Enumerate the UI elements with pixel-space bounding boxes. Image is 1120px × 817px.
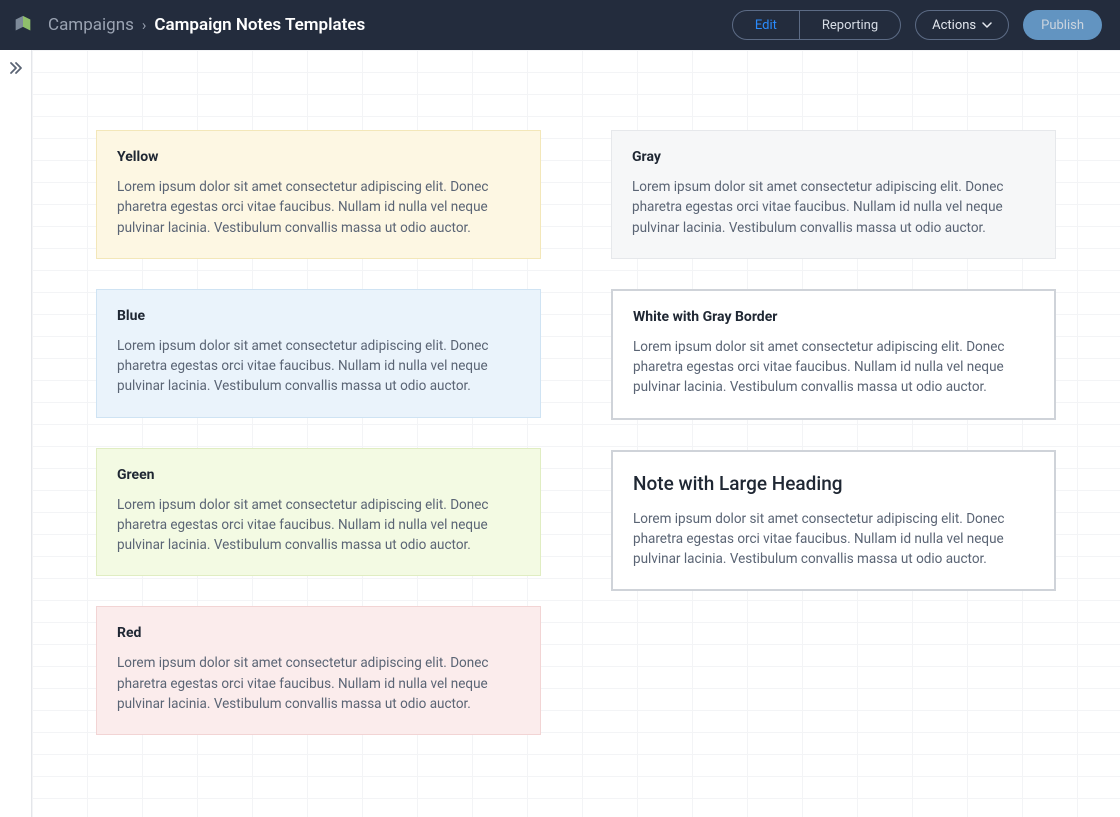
note-title: Blue — [117, 308, 520, 324]
publish-button-label: Publish — [1041, 18, 1084, 33]
note-card-gray[interactable]: Gray Lorem ipsum dolor sit amet consecte… — [611, 130, 1056, 259]
note-body: Lorem ipsum dolor sit amet consectetur a… — [117, 495, 520, 556]
chevron-down-icon — [982, 20, 992, 30]
app-logo — [12, 14, 34, 36]
note-card-green[interactable]: Green Lorem ipsum dolor sit amet consect… — [96, 448, 541, 577]
actions-menu-label: Actions — [932, 18, 976, 33]
note-card-large-heading[interactable]: Note with Large Heading Lorem ipsum dolo… — [611, 450, 1056, 592]
expand-sidebar-icon[interactable] — [8, 60, 24, 76]
page-title: Campaign Notes Templates — [154, 15, 365, 35]
note-card-yellow[interactable]: Yellow Lorem ipsum dolor sit amet consec… — [96, 130, 541, 259]
breadcrumb: Campaigns › Campaign Notes Templates — [48, 15, 365, 35]
note-body: Lorem ipsum dolor sit amet consectetur a… — [632, 177, 1035, 238]
notes-column-right: Gray Lorem ipsum dolor sit amet consecte… — [611, 130, 1056, 735]
note-body: Lorem ipsum dolor sit amet consectetur a… — [117, 177, 520, 238]
view-toggle: Edit Reporting — [732, 10, 901, 40]
breadcrumb-separator: › — [142, 16, 147, 34]
edit-tab[interactable]: Edit — [733, 11, 799, 39]
note-card-blue[interactable]: Blue Lorem ipsum dolor sit amet consecte… — [96, 289, 541, 418]
canvas[interactable]: Yellow Lorem ipsum dolor sit amet consec… — [32, 50, 1120, 817]
note-body: Lorem ipsum dolor sit amet consectetur a… — [633, 509, 1034, 570]
note-title: White with Gray Border — [633, 309, 1034, 325]
note-card-white-border[interactable]: White with Gray Border Lorem ipsum dolor… — [611, 289, 1056, 420]
note-body: Lorem ipsum dolor sit amet consectetur a… — [633, 337, 1034, 398]
note-body: Lorem ipsum dolor sit amet consectetur a… — [117, 336, 520, 397]
actions-menu-button[interactable]: Actions — [915, 10, 1009, 40]
note-title: Yellow — [117, 149, 520, 165]
note-title: Gray — [632, 149, 1035, 165]
note-title: Red — [117, 625, 520, 641]
reporting-tab[interactable]: Reporting — [800, 11, 900, 39]
notes-column-left: Yellow Lorem ipsum dolor sit amet consec… — [96, 130, 541, 735]
note-body: Lorem ipsum dolor sit amet consectetur a… — [117, 653, 520, 714]
note-card-red[interactable]: Red Lorem ipsum dolor sit amet consectet… — [96, 606, 541, 735]
note-title: Green — [117, 467, 520, 483]
publish-button[interactable]: Publish — [1023, 10, 1102, 40]
left-rail — [0, 50, 32, 817]
app-header: Campaigns › Campaign Notes Templates Edi… — [0, 0, 1120, 50]
breadcrumb-root[interactable]: Campaigns — [48, 15, 134, 35]
note-title-large: Note with Large Heading — [633, 472, 1034, 495]
